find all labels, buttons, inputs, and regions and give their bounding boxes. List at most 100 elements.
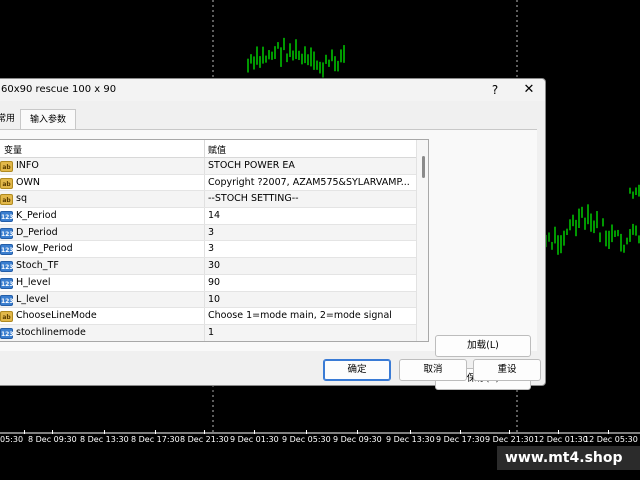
time-tick bbox=[306, 430, 307, 434]
parameter-name: OWN bbox=[16, 176, 40, 188]
row-divider bbox=[204, 158, 205, 174]
row-divider bbox=[204, 274, 205, 291]
parameter-name: stochlinemode bbox=[16, 326, 86, 338]
parameter-name: sq bbox=[16, 193, 27, 205]
parameter-name: H_level bbox=[16, 276, 51, 288]
table-row[interactable]: ab INFO STOCH POWER EA bbox=[0, 158, 416, 175]
time-tick bbox=[357, 430, 358, 434]
table-row[interactable]: ab OWN Copyright ?2007, AZAM575&SYLARVAMP.… bbox=[0, 174, 416, 192]
time-label: 9 Dec 13:30 bbox=[386, 435, 435, 444]
row-divider bbox=[204, 191, 205, 208]
row-divider bbox=[204, 308, 205, 324]
number-type-icon: 123 bbox=[0, 327, 14, 339]
parameter-name: Stoch_TF bbox=[16, 260, 59, 272]
time-tick bbox=[204, 430, 205, 434]
time-label: 05:30 bbox=[0, 435, 24, 444]
tab-bar: 常用 输入参数 bbox=[0, 109, 191, 130]
ea-properties-dialog: 60x90 rescue 100 x 90 ? ✕ 常用 输入参数 变量 赋值 … bbox=[0, 78, 546, 390]
table-scrollbar[interactable] bbox=[416, 140, 428, 341]
string-type-icon: ab bbox=[0, 177, 13, 189]
number-type-icon: 123 bbox=[0, 261, 14, 273]
time-tick bbox=[104, 430, 105, 434]
parameter-value[interactable]: 3 bbox=[208, 243, 214, 254]
number-type-icon: 123 bbox=[0, 227, 14, 239]
time-label: 9 Dec 21:30 bbox=[485, 435, 534, 444]
table-row[interactable]: 123 Stoch_TF 30 bbox=[0, 258, 416, 275]
tab-inputs[interactable]: 输入参数 bbox=[20, 109, 76, 130]
time-label: 9 Dec 17:30 bbox=[436, 435, 485, 444]
time-label: 9 Dec 01:30 bbox=[230, 435, 279, 444]
row-divider bbox=[204, 174, 205, 191]
number-type-icon: 123 bbox=[0, 277, 14, 289]
table-row[interactable]: 123 D_Period 3 bbox=[0, 224, 416, 242]
parameter-value[interactable]: --STOCH SETTING-- bbox=[208, 193, 299, 204]
table-row[interactable]: ab sq --STOCH SETTING-- bbox=[0, 191, 416, 209]
number-type-icon: 123 bbox=[0, 244, 14, 256]
column-divider[interactable] bbox=[204, 140, 205, 158]
parameter-value[interactable]: 14 bbox=[208, 210, 220, 221]
dialog-titlebar[interactable]: 60x90 rescue 100 x 90 ? ✕ bbox=[0, 79, 545, 101]
time-label: 9 Dec 05:30 bbox=[282, 435, 331, 444]
table-row[interactable]: 123 K_Period 14 bbox=[0, 208, 416, 225]
time-label: 8 Dec 17:30 bbox=[131, 435, 180, 444]
string-type-icon: ab bbox=[0, 311, 13, 323]
table-rows: ab INFO STOCH POWER EA ab OWN Copyright ?2007… bbox=[0, 158, 416, 341]
column-header-variable[interactable]: 变量 bbox=[4, 143, 22, 156]
parameter-value[interactable]: 1 bbox=[208, 327, 214, 338]
row-divider bbox=[204, 224, 205, 241]
watermark: www.mt4.shop bbox=[497, 446, 640, 470]
string-type-icon: ab bbox=[0, 161, 13, 172]
parameter-name: ChooseLineMode bbox=[16, 310, 97, 322]
column-header-value[interactable]: 赋值 bbox=[208, 143, 226, 156]
time-label: 8 Dec 09:30 bbox=[28, 435, 77, 444]
time-tick bbox=[509, 430, 510, 434]
table-row[interactable]: ab ChooseLineMode Choose 1=mode main, 2=mo… bbox=[0, 308, 416, 325]
number-type-icon: 123 bbox=[0, 294, 14, 306]
time-label: 12 Dec 01:30 bbox=[534, 435, 588, 444]
parameter-name: K_Period bbox=[16, 210, 57, 222]
table-header: 变量 赋值 bbox=[0, 140, 416, 158]
parameter-name: INFO bbox=[16, 160, 39, 171]
inputs-panel: 变量 赋值 ab INFO STOCH POWER EA ab OWN Copyright… bbox=[0, 129, 537, 390]
scrollbar-thumb[interactable] bbox=[422, 156, 425, 178]
time-tick bbox=[558, 430, 559, 434]
tab-common[interactable]: 常用 bbox=[0, 109, 15, 129]
row-divider bbox=[204, 291, 205, 308]
time-label: 8 Dec 13:30 bbox=[80, 435, 129, 444]
close-button[interactable]: ✕ bbox=[521, 82, 537, 98]
time-tick bbox=[608, 430, 609, 434]
dialog-title: 60x90 rescue 100 x 90 bbox=[1, 84, 117, 95]
load-button[interactable]: 加载(L) bbox=[435, 335, 531, 357]
time-label: 12 Dec 05:30 bbox=[584, 435, 638, 444]
number-type-icon: 123 bbox=[0, 211, 14, 223]
cancel-button[interactable]: 取消 bbox=[399, 359, 467, 381]
time-label: 9 Dec 09:30 bbox=[333, 435, 382, 444]
parameter-value[interactable]: Choose 1=mode main, 2=mode signal bbox=[208, 310, 392, 321]
ok-button[interactable]: 确定 bbox=[323, 359, 391, 381]
row-divider bbox=[204, 258, 205, 274]
parameter-value[interactable]: STOCH POWER EA bbox=[208, 160, 295, 171]
table-row[interactable]: 123 Slow_Period 3 bbox=[0, 241, 416, 259]
table-row[interactable]: 123 L_level 10 bbox=[0, 291, 416, 309]
reset-button[interactable]: 重设 bbox=[473, 359, 541, 381]
parameter-name: Slow_Period bbox=[16, 243, 73, 255]
parameters-table: 变量 赋值 ab INFO STOCH POWER EA ab OWN Copyright… bbox=[0, 139, 429, 342]
string-type-icon: ab bbox=[0, 194, 13, 206]
row-divider bbox=[204, 241, 205, 258]
parameter-value[interactable]: 3 bbox=[208, 227, 214, 238]
table-row[interactable]: 123 H_level 90 bbox=[0, 274, 416, 292]
parameter-value[interactable]: 90 bbox=[208, 277, 220, 288]
table-row[interactable]: 123 stochlinemode 1 bbox=[0, 324, 416, 341]
time-label: 8 Dec 21:30 bbox=[180, 435, 229, 444]
time-tick bbox=[460, 430, 461, 434]
help-button[interactable]: ? bbox=[487, 82, 503, 98]
row-divider bbox=[204, 324, 205, 341]
time-tick bbox=[254, 430, 255, 434]
time-tick bbox=[52, 430, 53, 434]
parameter-value[interactable]: 10 bbox=[208, 294, 220, 305]
parameter-value[interactable]: 30 bbox=[208, 260, 220, 271]
parameter-value[interactable]: Copyright ?2007, AZAM575&SYLARVAMP... bbox=[208, 177, 410, 188]
time-tick bbox=[24, 430, 25, 434]
row-divider bbox=[204, 208, 205, 224]
parameter-name: D_Period bbox=[16, 226, 58, 238]
